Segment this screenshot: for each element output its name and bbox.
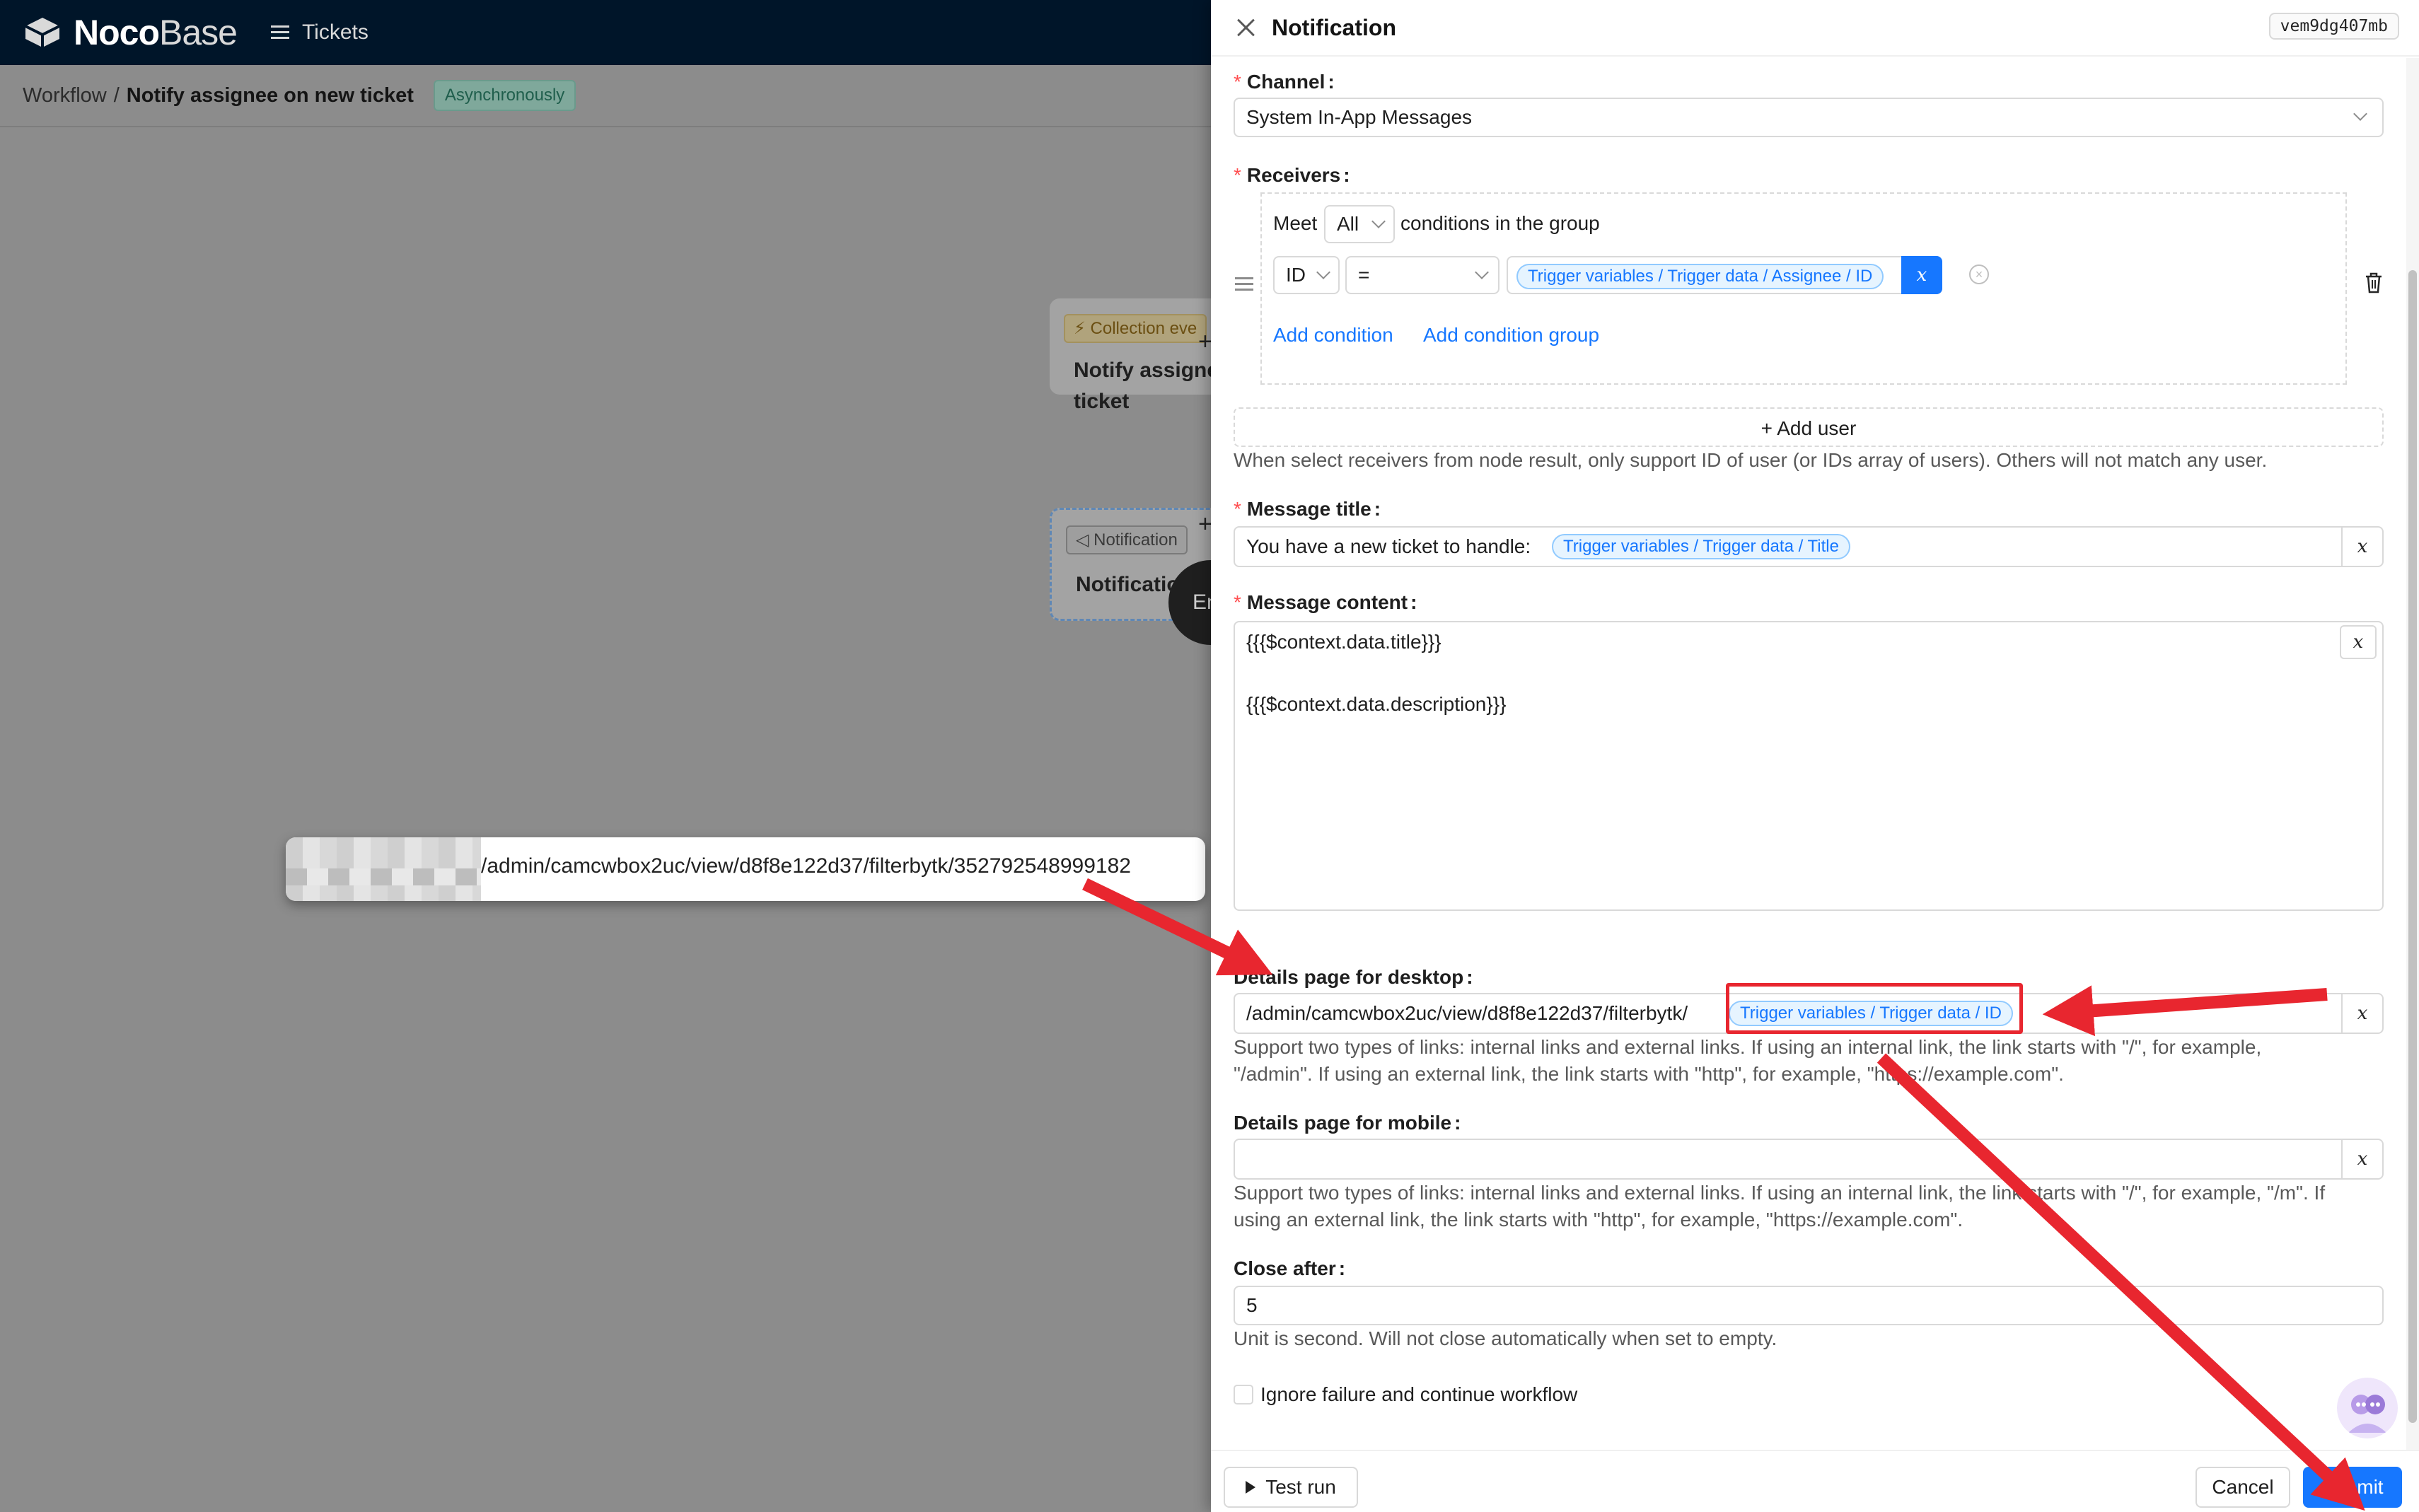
message-title-input[interactable]: You have a new ticket to handle: Trigger…: [1234, 526, 2384, 567]
drawer-scrollbar[interactable]: [2406, 58, 2419, 1450]
drawer-footer: Test run Cancel Submit: [1211, 1450, 2419, 1512]
receivers-condition-group: Meet All conditions in the group ID = Tr…: [1260, 192, 2347, 385]
bolt-icon: ⚡: [1074, 319, 1086, 338]
variable-tag[interactable]: Trigger variables / Trigger data / Title: [1552, 534, 1850, 559]
node-type-tag: ◁ Notification: [1066, 525, 1188, 554]
assistant-avatar-icon[interactable]: [2337, 1378, 2398, 1438]
channel-select[interactable]: System In-App Messages: [1234, 98, 2384, 137]
redacted-domain: [286, 837, 481, 901]
workflow-canvas[interactable]: ⚡ Collection eve Notify assigne ticket + …: [0, 129, 1253, 1512]
chevron-down-icon: [1371, 214, 1386, 228]
condition-value-input[interactable]: Trigger variables / Trigger data / Assig…: [1507, 256, 1942, 294]
condition-field-select[interactable]: ID: [1273, 256, 1340, 294]
variable-picker-button[interactable]: x: [1901, 256, 1942, 294]
close-after-label: Close after:: [1234, 1257, 1346, 1279]
group-text: conditions in the group: [1400, 212, 1600, 234]
trigger-node-title: Notify assigne ticket: [1074, 359, 1219, 413]
nocobase-logo[interactable]: NocoBase: [23, 12, 238, 53]
add-user-button[interactable]: + Add user: [1234, 407, 2384, 447]
close-after-input[interactable]: 5: [1234, 1286, 2384, 1325]
desktop-url-label: Details page for desktop:: [1234, 966, 1473, 988]
chevron-down-icon: [2353, 107, 2367, 121]
notification-config-drawer: Notification vem9dg407mb * Channel: Syste…: [1211, 0, 2419, 1512]
ignore-failure-label[interactable]: Ignore failure and continue workflow: [1260, 1383, 1577, 1406]
delete-icon[interactable]: [2364, 272, 2384, 294]
node-key-badge: vem9dg407mb: [2268, 13, 2399, 40]
variable-picker-button[interactable]: x: [2341, 528, 2382, 566]
trigger-type-tag: ⚡ Collection eve: [1064, 314, 1207, 343]
test-run-button[interactable]: Test run: [1224, 1467, 1358, 1508]
message-content-textarea[interactable]: {{{$context.data.title}}} {{{$context.da…: [1234, 621, 2384, 911]
variable-picker-button[interactable]: x: [2340, 625, 2377, 659]
mobile-url-label: Details page for mobile:: [1234, 1112, 1461, 1134]
play-icon: [1246, 1481, 1256, 1494]
logo-icon: [23, 15, 62, 50]
submit-button[interactable]: Submit: [2303, 1467, 2402, 1508]
execution-mode-badge: Asynchronously: [433, 80, 576, 111]
message-title-label: * Message title:: [1234, 498, 1381, 520]
message-content-label: * Message content:: [1234, 591, 1417, 613]
close-after-help-text: Unit is second. Will not close automatic…: [1234, 1327, 1777, 1349]
logo-text: NocoBase: [74, 13, 238, 52]
remove-condition-icon[interactable]: ×: [1969, 264, 1989, 284]
variable-picker-button[interactable]: x: [2341, 1140, 2382, 1178]
receivers-label: * Receivers:: [1234, 164, 1350, 186]
chevron-down-icon: [1475, 265, 1489, 279]
add-node-plus-icon[interactable]: +: [1198, 328, 1212, 356]
breadcrumb-separator: /: [113, 83, 120, 107]
page-title: Notify assignee on new ticket: [126, 83, 414, 107]
condition-operator-select[interactable]: =: [1345, 256, 1499, 294]
cancel-button[interactable]: Cancel: [2195, 1467, 2290, 1508]
megaphone-icon: ◁: [1076, 530, 1089, 549]
annotation-highlight-box: [1726, 983, 2023, 1034]
add-condition-group-link[interactable]: Add condition group: [1423, 324, 1599, 347]
channel-label: * Channel:: [1234, 71, 1335, 93]
chevron-down-icon: [1316, 265, 1330, 279]
logic-select[interactable]: All: [1324, 205, 1395, 243]
menu-icon: [270, 25, 289, 40]
mobile-url-input[interactable]: x: [1234, 1139, 2384, 1180]
desktop-url-help-text: Support two types of links: internal lin…: [1234, 1036, 2262, 1085]
url-preview-text: /admin/camcwbox2uc/view/d8f8e122d37/filt…: [481, 854, 1131, 878]
drawer-title: Notification: [1272, 14, 1396, 40]
plus-icon: +: [1760, 417, 1773, 439]
breadcrumb-workflow-link[interactable]: Workflow: [23, 84, 107, 107]
menu-item-label: Tickets: [301, 21, 369, 44]
meet-label: Meet: [1273, 212, 1318, 234]
variable-picker-button[interactable]: x: [2341, 994, 2382, 1033]
url-preview-popup: /admin/camcwbox2uc/view/d8f8e122d37/filt…: [286, 837, 1205, 901]
mobile-url-help-text: Support two types of links: internal lin…: [1234, 1182, 2326, 1231]
close-icon[interactable]: [1236, 18, 1256, 37]
scrollbar-thumb[interactable]: [2408, 270, 2417, 1423]
add-node-plus-icon[interactable]: +: [1198, 511, 1212, 538]
variable-tag[interactable]: Trigger variables / Trigger data / Assig…: [1516, 264, 1884, 289]
drawer-body: * Channel: System In-App Messages * Receiv…: [1211, 58, 2406, 1450]
add-condition-link[interactable]: Add condition: [1273, 324, 1393, 347]
menu-item-tickets[interactable]: Tickets: [270, 21, 369, 45]
ignore-failure-checkbox[interactable]: [1234, 1385, 1253, 1405]
drag-handle-icon[interactable]: [1235, 277, 1253, 291]
drawer-header: Notification vem9dg407mb: [1211, 0, 2419, 57]
add-user-label: + Add user: [1760, 417, 1857, 439]
receivers-help-text: When select receivers from node result, …: [1234, 449, 2268, 471]
